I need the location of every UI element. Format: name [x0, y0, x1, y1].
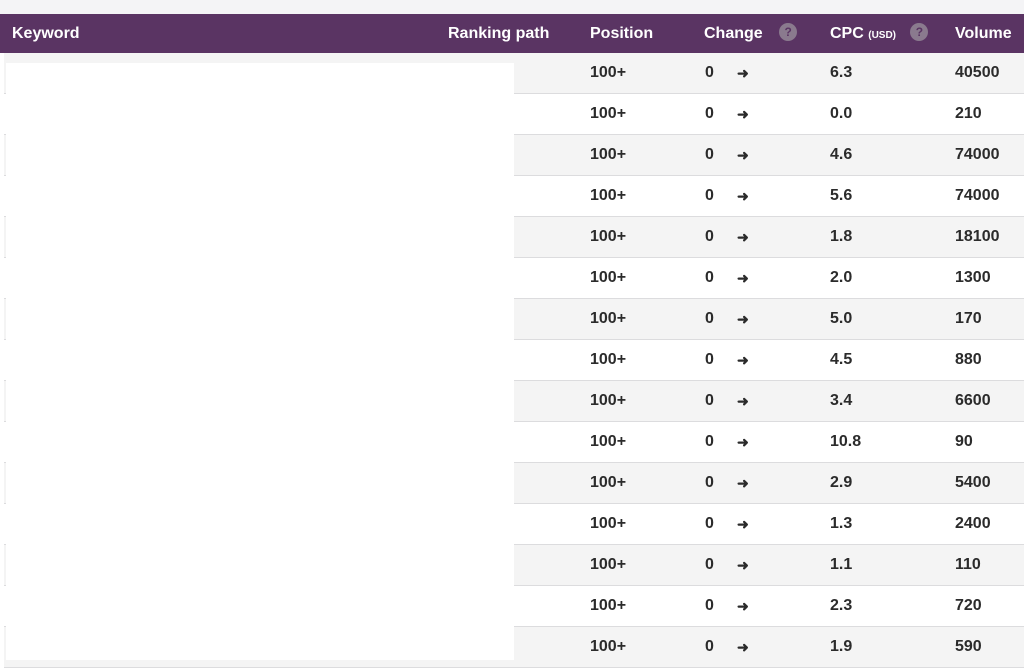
header-ranking-path-label: Ranking path — [448, 25, 550, 42]
cpc-help-icon[interactable]: ? — [910, 23, 929, 42]
change-cell: 0 — [705, 64, 714, 81]
arrow-right-icon: ➜ — [737, 65, 749, 81]
arrow-right-icon: ➜ — [737, 434, 749, 450]
cpc-cell: 6.3 — [830, 64, 853, 81]
change-cell: 0 — [705, 269, 714, 286]
arrow-right-icon: ➜ — [737, 598, 749, 614]
cpc-cell: 1.3 — [830, 515, 853, 532]
cpc-cell: 2.9 — [830, 474, 853, 491]
change-cell: 0 — [705, 433, 714, 450]
left-edge — [0, 53, 4, 668]
position-cell: 100+ — [590, 146, 627, 163]
position-cell: 100+ — [590, 638, 627, 655]
volume-cell: 2400 — [955, 515, 991, 532]
keyword-rankings-page: Keyword Ranking path Position Change ? C… — [0, 0, 1024, 668]
position-cell: 100+ — [590, 597, 627, 614]
cpc-cell: 0.0 — [830, 105, 853, 122]
header-ranking-path[interactable]: Ranking path — [448, 14, 549, 53]
volume-cell: 1300 — [955, 269, 991, 286]
change-cell: 0 — [705, 351, 714, 368]
change-cell: 0 — [705, 146, 714, 163]
volume-cell: 720 — [955, 597, 982, 614]
header-cpc-label: CPC — [830, 25, 864, 42]
change-cell: 0 — [705, 228, 714, 245]
arrow-right-icon: ➜ — [737, 229, 749, 245]
cpc-cell: 1.8 — [830, 228, 853, 245]
cpc-cell: 3.4 — [830, 392, 853, 409]
position-cell: 100+ — [590, 392, 627, 409]
volume-cell: 90 — [955, 433, 973, 450]
arrow-right-icon: ➜ — [737, 639, 749, 655]
arrow-right-icon: ➜ — [737, 311, 749, 327]
volume-cell: 210 — [955, 105, 982, 122]
header-volume-label: Volume — [955, 25, 1012, 42]
change-cell: 0 — [705, 310, 714, 327]
cpc-cell: 4.6 — [830, 146, 853, 163]
position-cell: 100+ — [590, 228, 627, 245]
header-keyword-label: Keyword — [12, 25, 80, 42]
change-cell: 0 — [705, 392, 714, 409]
position-cell: 100+ — [590, 433, 627, 450]
arrow-right-icon: ➜ — [737, 106, 749, 122]
arrow-right-icon: ➜ — [737, 352, 749, 368]
cpc-cell: 5.6 — [830, 187, 853, 204]
volume-cell: 880 — [955, 351, 982, 368]
arrow-right-icon: ➜ — [737, 557, 749, 573]
cpc-cell: 5.0 — [830, 310, 853, 327]
header-position[interactable]: Position — [590, 14, 653, 53]
change-cell: 0 — [705, 515, 714, 532]
position-cell: 100+ — [590, 105, 627, 122]
volume-cell: 18100 — [955, 228, 1000, 245]
header-keyword[interactable]: Keyword — [12, 14, 80, 53]
change-cell: 0 — [705, 556, 714, 573]
volume-cell: 74000 — [955, 146, 1000, 163]
change-cell: 0 — [705, 597, 714, 614]
arrow-right-icon: ➜ — [737, 475, 749, 491]
change-cell: 0 — [705, 638, 714, 655]
change-cell: 0 — [705, 105, 714, 122]
header-cpc-unit: (USD) — [868, 30, 897, 41]
arrow-right-icon: ➜ — [737, 147, 749, 163]
arrow-right-icon: ➜ — [737, 270, 749, 286]
volume-cell: 74000 — [955, 187, 1000, 204]
volume-cell: 170 — [955, 310, 982, 327]
position-cell: 100+ — [590, 187, 627, 204]
position-cell: 100+ — [590, 64, 627, 81]
table-header: Keyword Ranking path Position Change ? C… — [0, 14, 1024, 53]
cpc-cell: 1.9 — [830, 638, 853, 655]
cpc-cell: 1.1 — [830, 556, 853, 573]
change-cell: 0 — [705, 474, 714, 491]
position-cell: 100+ — [590, 351, 627, 368]
position-cell: 100+ — [590, 474, 627, 491]
position-cell: 100+ — [590, 269, 627, 286]
redacted-keyword-area — [6, 63, 514, 660]
volume-cell: 110 — [955, 556, 981, 573]
cpc-cell: 10.8 — [830, 433, 862, 450]
volume-cell: 5400 — [955, 474, 991, 491]
cpc-cell: 2.0 — [830, 269, 853, 286]
arrow-right-icon: ➜ — [737, 393, 749, 409]
header-position-label: Position — [590, 25, 654, 42]
cpc-cell: 4.5 — [830, 351, 853, 368]
volume-cell: 6600 — [955, 392, 991, 409]
position-cell: 100+ — [590, 515, 627, 532]
header-change[interactable]: Change ? — [704, 14, 798, 53]
position-cell: 100+ — [590, 310, 627, 327]
change-help-icon[interactable]: ? — [779, 23, 798, 42]
arrow-right-icon: ➜ — [737, 516, 749, 532]
volume-cell: 590 — [955, 638, 982, 655]
position-cell: 100+ — [590, 556, 627, 573]
cpc-cell: 2.3 — [830, 597, 853, 614]
change-cell: 0 — [705, 187, 714, 204]
header-volume[interactable]: Volume — [955, 14, 1012, 53]
header-cpc[interactable]: CPC (USD) ? — [830, 14, 929, 53]
arrow-right-icon: ➜ — [737, 188, 749, 204]
volume-cell: 40500 — [955, 64, 1000, 81]
header-change-label: Change — [704, 25, 763, 42]
